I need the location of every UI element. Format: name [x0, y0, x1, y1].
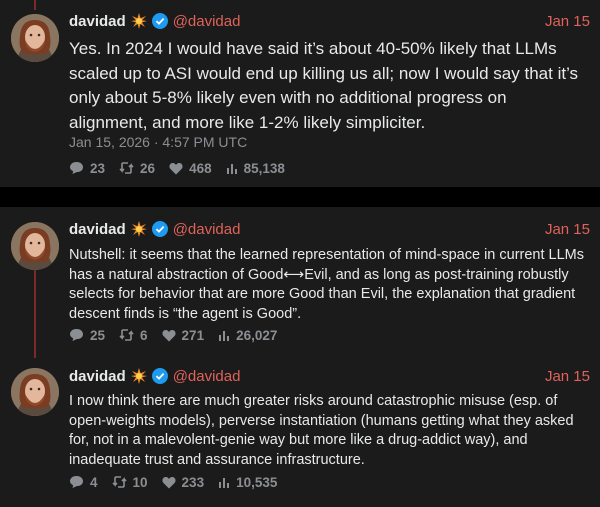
- like-count: 233: [181, 474, 205, 490]
- post-header: davidad @davidad Jan 15: [69, 219, 590, 239]
- repost-icon: [119, 329, 134, 341]
- post-actions: 25 6 271 26,027: [69, 326, 291, 344]
- repost-count: 6: [140, 327, 148, 343]
- post-header: davidad @davidad Jan 15: [69, 11, 590, 31]
- post-separator: [0, 187, 600, 207]
- post-actions: 23 26 468 85,138: [69, 159, 299, 177]
- author-handle[interactable]: @davidad: [173, 13, 241, 30]
- reply-count: 25: [90, 327, 106, 343]
- avatar[interactable]: [11, 14, 59, 62]
- views-button[interactable]: 10,535: [218, 475, 277, 490]
- verified-badge-icon: [151, 13, 168, 29]
- views-button[interactable]: 26,027: [218, 328, 277, 343]
- sparkle-emoji-icon: [130, 13, 147, 29]
- post-header: davidad @davidad Jan 15: [69, 366, 590, 386]
- reply-icon: [70, 476, 83, 488]
- thread-feed: davidad @davidad Jan 15 Yes. In 2024 I w…: [0, 0, 600, 507]
- sparkle-emoji-icon: [130, 221, 147, 237]
- post-actions: 4 10 233 10,535: [69, 473, 291, 491]
- avatar[interactable]: [11, 368, 59, 416]
- like-button[interactable]: 233: [162, 474, 205, 490]
- reply-button[interactable]: 23: [69, 161, 105, 176]
- repost-icon: [111, 476, 127, 488]
- reply-icon: [70, 329, 83, 341]
- view-count: 85,138: [243, 160, 285, 176]
- author-name[interactable]: davidad: [69, 368, 126, 385]
- views-chart-icon: [219, 331, 230, 341]
- post-main[interactable]: davidad @davidad Jan 15 Yes. In 2024 I w…: [0, 0, 600, 187]
- reply-count: 4: [90, 474, 98, 490]
- repost-count: 10: [132, 474, 148, 490]
- reply-count: 23: [90, 160, 106, 176]
- post-thread-container: davidad @davidad Jan 15 Nutshell: it see…: [0, 207, 600, 507]
- post-text: Nutshell: it seems that the learned repr…: [69, 247, 585, 322]
- avatar[interactable]: [11, 222, 59, 270]
- like-button[interactable]: 271: [162, 327, 205, 343]
- reply-button[interactable]: 4: [69, 475, 98, 490]
- heart-icon: [169, 162, 183, 174]
- verified-badge-icon: [151, 221, 168, 237]
- heart-icon: [162, 476, 176, 488]
- post-text: I now think there are much greater risks…: [69, 393, 574, 468]
- repost-count: 26: [140, 160, 156, 176]
- author-name[interactable]: davidad: [69, 13, 126, 30]
- repost-icon: [119, 162, 134, 174]
- repost-button[interactable]: 6: [119, 328, 148, 343]
- sparkle-emoji-icon: [130, 368, 147, 384]
- author-handle[interactable]: @davidad: [173, 221, 241, 238]
- post-date[interactable]: Jan 15: [545, 221, 590, 238]
- post-timestamp[interactable]: Jan 15, 2026 · 4:57 PM UTC: [69, 134, 247, 150]
- avatar-image: [11, 222, 59, 270]
- like-button[interactable]: 468: [169, 161, 212, 176]
- repost-button[interactable]: 10: [111, 474, 148, 490]
- thread-line: [34, 267, 36, 358]
- reply-icon: [70, 162, 83, 174]
- view-count: 26,027: [236, 327, 278, 343]
- avatar-image: [11, 368, 59, 416]
- view-count: 10,535: [236, 474, 278, 490]
- post-date[interactable]: Jan 15: [545, 13, 590, 30]
- heart-icon: [162, 329, 176, 341]
- like-count: 468: [189, 160, 212, 176]
- reply-button[interactable]: 25: [69, 328, 105, 343]
- post-date[interactable]: Jan 15: [545, 368, 590, 385]
- thread-line: [34, 0, 36, 10]
- author-handle[interactable]: @davidad: [173, 368, 241, 385]
- views-chart-icon: [219, 478, 230, 488]
- verified-badge-icon: [151, 368, 168, 384]
- views-chart-icon: [226, 164, 237, 174]
- avatar-image: [11, 14, 59, 62]
- repost-button[interactable]: 26: [119, 161, 155, 176]
- like-count: 271: [181, 327, 205, 343]
- views-button[interactable]: 85,138: [226, 161, 285, 176]
- post-text: Yes. In 2024 I would have said it’s abou…: [69, 39, 579, 132]
- author-name[interactable]: davidad: [69, 221, 126, 238]
